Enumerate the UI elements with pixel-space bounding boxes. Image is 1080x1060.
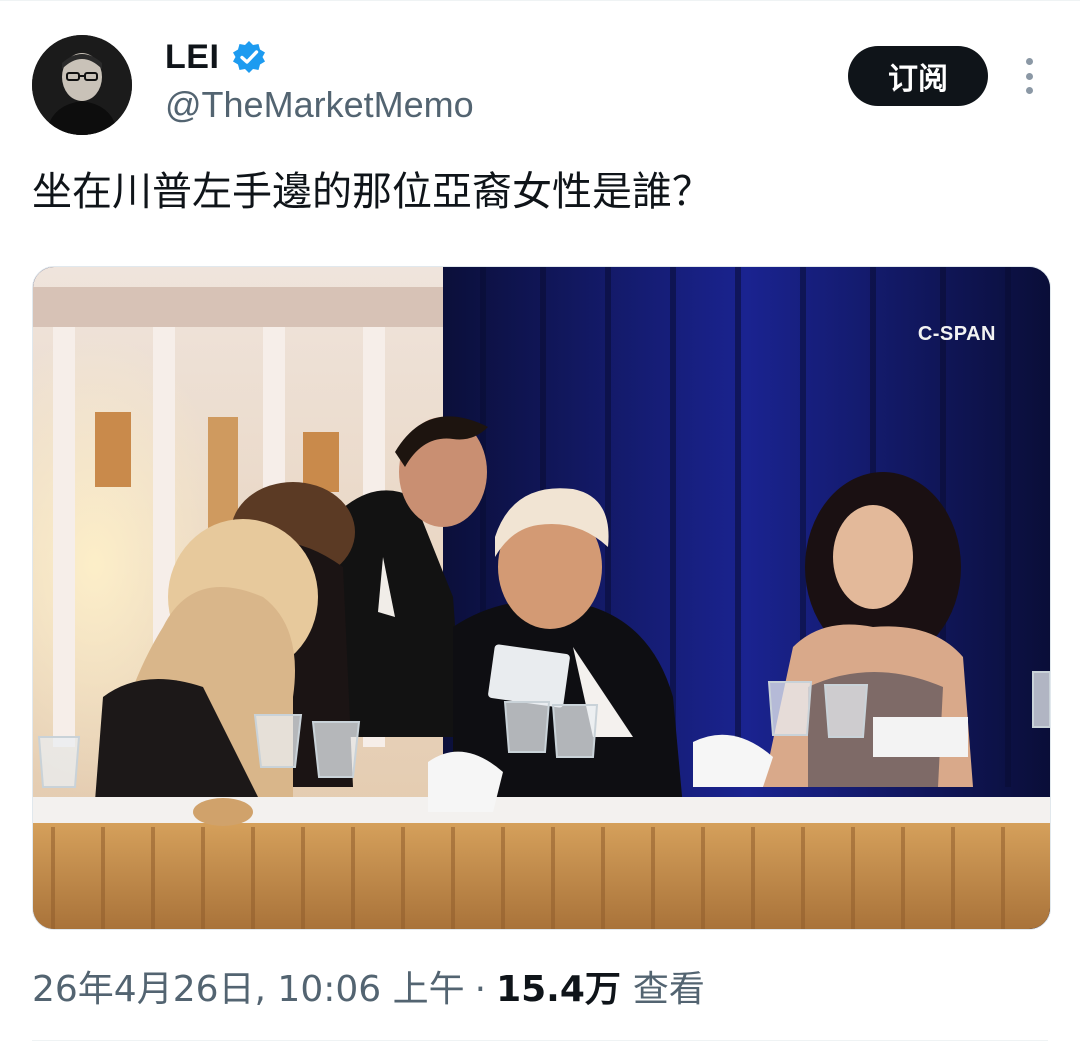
media-watermark: C-SPAN xyxy=(917,323,996,345)
more-vertical-icon[interactable] xyxy=(1012,58,1046,94)
tweet-meta: 26年4月26日, 10:06 上午 · 15.4万 查看 xyxy=(32,962,705,1018)
user-avatar-image xyxy=(32,35,132,135)
tweet-text: 坐在川普左手邊的那位亞裔女性是誰？ xyxy=(32,169,712,215)
avatar[interactable] xyxy=(32,35,132,135)
meta-separator: · xyxy=(474,969,487,1010)
more-dot xyxy=(1025,58,1033,65)
subscribe-button[interactable]: 订阅 xyxy=(848,46,988,106)
display-name[interactable]: LEI xyxy=(165,38,219,77)
top-divider xyxy=(0,0,1080,1)
views-count: 15.4万 xyxy=(496,969,621,1010)
verified-badge-icon xyxy=(233,41,266,73)
tweet-timestamp[interactable]: 26年4月26日, 10:06 上午 xyxy=(32,962,465,1018)
more-dot xyxy=(1025,72,1033,80)
author-name-row[interactable]: LEI xyxy=(165,34,267,80)
more-dot xyxy=(1025,87,1033,94)
dinner-scene-image xyxy=(33,267,1050,929)
bottom-divider xyxy=(32,1040,1048,1041)
author-handle[interactable]: @TheMarketMemo xyxy=(165,82,474,128)
views-label: 查看 xyxy=(632,969,705,1010)
tweet-photo[interactable]: C-SPAN xyxy=(32,266,1051,930)
